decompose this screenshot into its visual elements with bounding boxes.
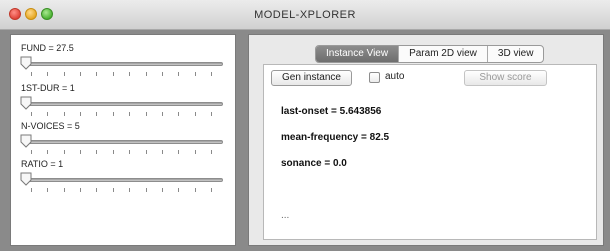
slider-tick	[129, 112, 131, 116]
slider-tick	[129, 150, 131, 154]
instance-view-content: Gen instance auto Show score last-onset …	[263, 64, 597, 240]
view-panel: Instance View Param 2D view 3D view Gen …	[248, 34, 604, 246]
slider-tick	[194, 112, 196, 116]
slider-tick	[31, 112, 32, 116]
slider-tick	[112, 72, 114, 76]
slider-tick	[112, 188, 114, 192]
view-tabs: Instance View Param 2D view 3D view	[315, 45, 545, 63]
slider-tick	[63, 188, 65, 192]
last-onset-value: last-onset = 5.643856	[281, 106, 382, 117]
slider-tick	[47, 188, 49, 192]
slider-tick	[80, 72, 82, 76]
slider-tick	[178, 150, 180, 154]
slider-tick	[47, 112, 49, 116]
slider-tick	[80, 188, 82, 192]
slider-tick	[63, 112, 65, 116]
tab-param-2d-view[interactable]: Param 2D view	[398, 46, 487, 62]
slider-track[interactable]	[23, 140, 223, 144]
slider-tick	[96, 112, 98, 116]
slider-thumb-icon[interactable]	[20, 172, 32, 186]
slider-tick	[31, 72, 32, 76]
slider-label-ratio: RATIO = 1	[21, 159, 64, 169]
auto-checkbox-label[interactable]: auto	[385, 71, 404, 82]
slider-tick	[161, 112, 163, 116]
slider-thumb-icon[interactable]	[20, 96, 32, 110]
more-output-ellipsis: ...	[281, 210, 290, 221]
slider-tick	[96, 188, 98, 192]
slider-tick	[96, 150, 98, 154]
slider-tick	[194, 72, 196, 76]
tab-3d-view[interactable]: 3D view	[486, 46, 544, 62]
slider-thumb-icon[interactable]	[20, 134, 32, 148]
slider-tick	[194, 188, 196, 192]
slider-tick	[47, 72, 49, 76]
slider-tick	[80, 112, 82, 116]
slider-track[interactable]	[23, 178, 223, 182]
window-title: MODEL-XPLORER	[254, 9, 356, 21]
slider-tick	[178, 72, 180, 76]
slider-tick	[211, 188, 212, 192]
slider-ticks	[31, 188, 212, 193]
slider-tick	[194, 150, 196, 154]
mean-frequency-value: mean-frequency = 82.5	[281, 132, 390, 143]
sonance-value: sonance = 0.0	[281, 158, 347, 169]
slider-tick	[161, 188, 163, 192]
slider-tick	[63, 150, 65, 154]
slider-label-n-voices: N-VOICES = 5	[21, 121, 80, 131]
slider-tick	[129, 72, 131, 76]
slider-tick	[145, 72, 147, 76]
gen-instance-button[interactable]: Gen instance	[271, 70, 352, 86]
slider-tick	[63, 72, 65, 76]
slider-thumb-icon[interactable]	[20, 56, 32, 70]
slider-tick	[211, 72, 212, 76]
tab-instance-view[interactable]: Instance View	[316, 46, 399, 62]
slider-ticks	[31, 150, 212, 155]
slider-tick	[112, 150, 114, 154]
slider-tick	[145, 112, 147, 116]
show-score-button[interactable]: Show score	[464, 70, 547, 86]
slider-label-1st-dur: 1ST-DUR = 1	[21, 83, 75, 93]
slider-tick	[178, 188, 180, 192]
slider-tick	[211, 112, 212, 116]
slider-track[interactable]	[23, 102, 223, 106]
slider-tick	[145, 150, 147, 154]
slider-tick	[80, 150, 82, 154]
title-bar[interactable]: MODEL-XPLORER	[0, 0, 610, 30]
slider-tick	[178, 112, 180, 116]
parameter-panel: FUND = 27.5 1ST-DUR = 1 N-VOICES = 5 RAT…	[10, 34, 236, 246]
slider-tick	[129, 188, 131, 192]
slider-tick	[211, 150, 212, 154]
slider-tick	[145, 188, 147, 192]
slider-tick	[161, 72, 163, 76]
slider-label-fund: FUND = 27.5	[21, 43, 74, 53]
slider-tick	[31, 188, 32, 192]
slider-tick	[47, 150, 49, 154]
auto-checkbox[interactable]	[369, 72, 380, 83]
slider-ticks	[31, 112, 212, 117]
slider-tick	[112, 112, 114, 116]
slider-ticks	[31, 72, 212, 77]
app-window: MODEL-XPLORER FUND = 27.5 1ST-DUR = 1 N-…	[0, 0, 610, 251]
slider-tick	[161, 150, 163, 154]
slider-tick	[96, 72, 98, 76]
slider-tick	[31, 150, 32, 154]
slider-track[interactable]	[23, 62, 223, 66]
